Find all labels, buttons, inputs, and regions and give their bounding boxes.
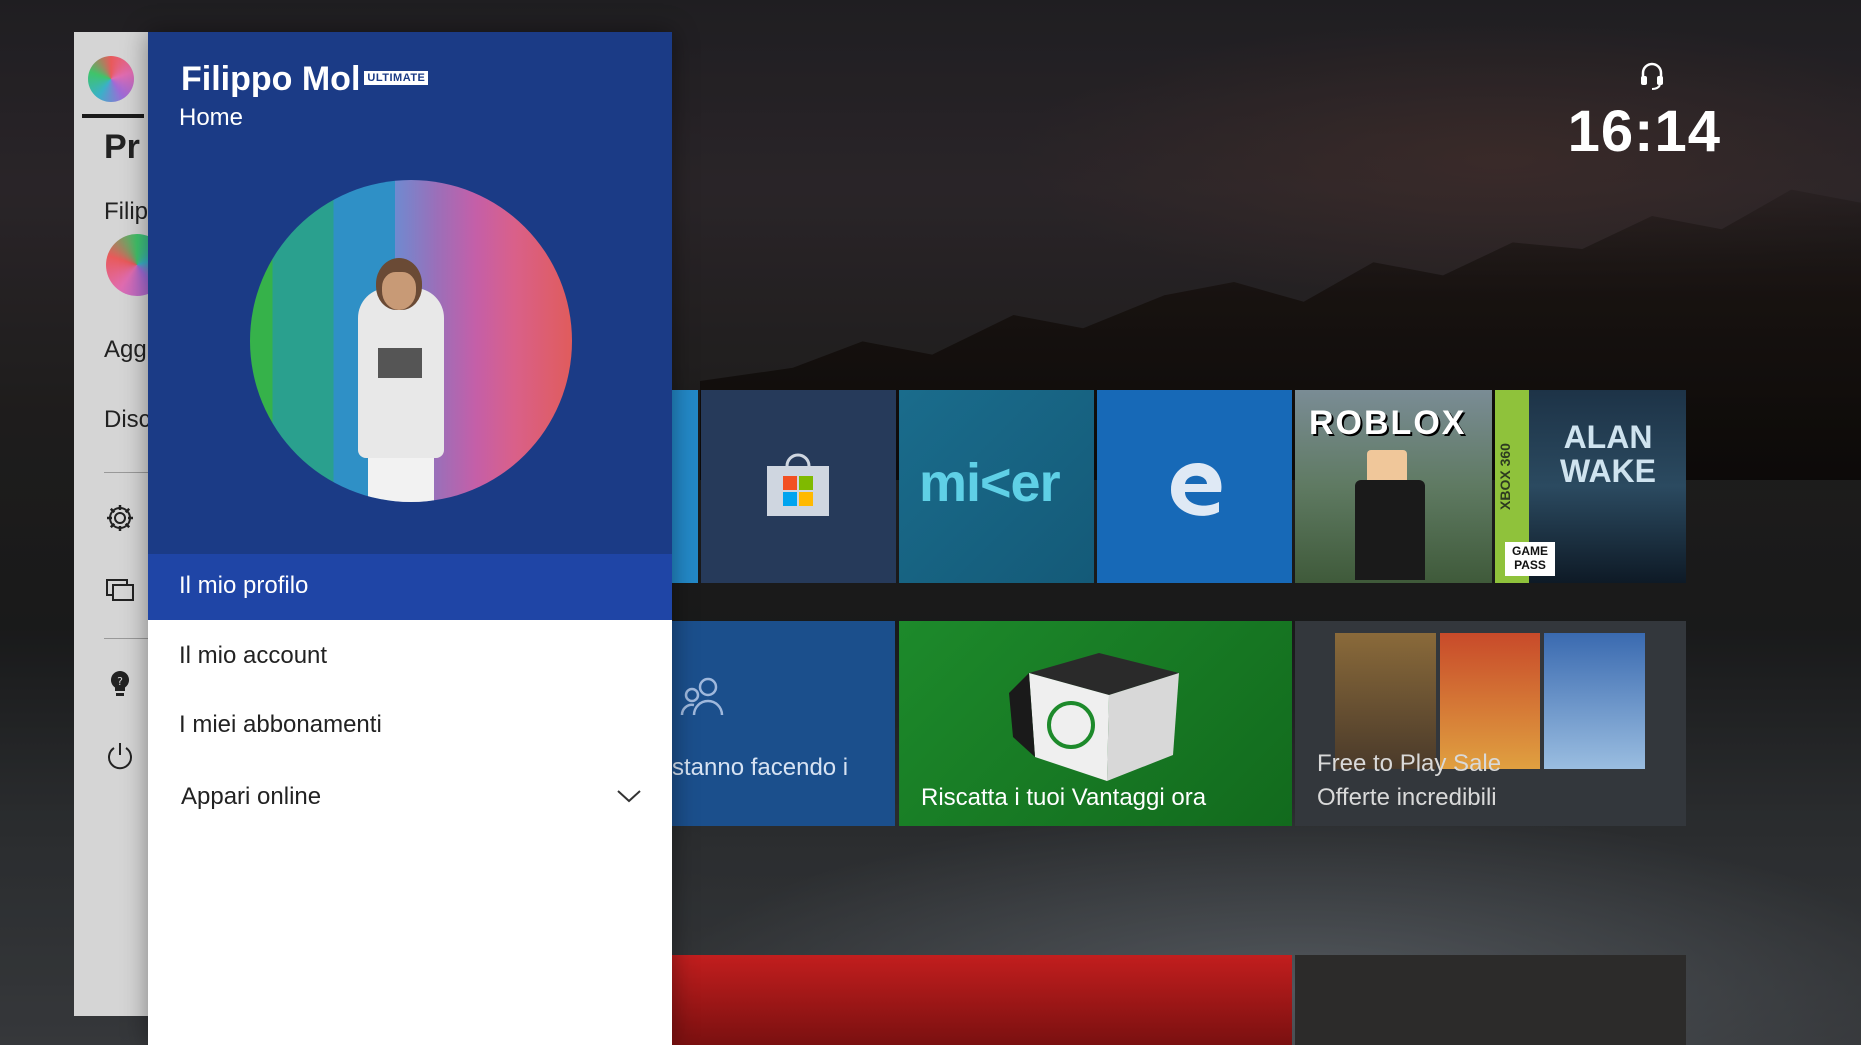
menu-item-label: I miei abbonamenti [179,711,382,738]
menu-item-label: Il mio account [179,642,328,669]
menu-item-appear-online[interactable]: Appari online [148,765,672,831]
guide-user-name: Filip [104,198,149,225]
profile-panel: Filippo Mol ULTIMATE Home Il mio profilo … [148,32,672,1045]
ultimate-badge: ULTIMATE [364,71,429,86]
profile-header: Filippo Mol ULTIMATE Home [148,32,672,555]
tile-rewards[interactable]: Riscatta i tuoi Vantaggi ora [899,621,1292,826]
tile-free-to-play-sale[interactable]: Free to Play Sale Offerte incredibili [1295,621,1686,826]
tile-microsoft-store[interactable] [701,390,896,583]
guide-tab-indicator [82,114,144,118]
clock: 16:14 [1567,99,1721,164]
tile-bottom-dark[interactable] [1295,955,1686,1045]
tile-friends-activity[interactable]: stanno facendo i [672,621,895,826]
power-icon[interactable] [104,740,136,772]
avatar-shirt-print [378,348,422,378]
guide-sidebar: Pr Filip Agg Disc ? [74,32,149,1016]
sale-tile-line1: Free to Play Sale [1317,750,1502,777]
headset-icon [1641,62,1663,90]
store-bag-icon [767,453,829,516]
roblox-logo: ROBLOX [1309,404,1467,442]
svg-text:?: ? [117,675,123,688]
roblox-character [1355,480,1425,580]
tile-alan-wake[interactable]: XBOX 360 GAME PASS ALAN WAKE [1495,390,1686,583]
profile-subtitle: Home [179,104,244,131]
avatar-person-face [382,272,416,310]
menu-item-my-subscriptions[interactable]: I miei abbonamenti [148,693,672,759]
edge-logo-icon [1171,463,1222,516]
gamertag-text: Filippo Mol [181,60,361,98]
guide-heading: Pr [104,128,140,166]
game-pass-badge: GAME PASS [1505,542,1555,576]
guide-item-add[interactable]: Agg [104,336,147,364]
avatar-person-legs [368,452,434,502]
alan-wake-title: ALAN WAKE [1560,419,1656,489]
chevron-down-icon [617,790,641,803]
tile-roblox[interactable]: ROBLOX [1295,390,1492,583]
menu-item-my-profile[interactable]: Il mio profilo [148,554,672,620]
gamertag: Filippo Mol ULTIMATE [181,60,429,99]
rewards-tile-label: Riscatta i tuoi Vantaggi ora [921,784,1207,811]
tile-bottom-red[interactable] [672,955,1292,1045]
guide-divider [104,472,149,473]
gift-box-icon [1009,653,1179,781]
sale-tile-line2: Offerte incredibili [1317,784,1497,811]
tips-icon[interactable]: ? [104,668,136,700]
profile-avatar [250,180,572,502]
screens-icon[interactable] [104,574,136,606]
guide-user-avatar[interactable] [106,234,149,296]
menu-item-label: Appari online [181,783,322,810]
cover-brawlhalla [1544,633,1646,769]
friends-icon [680,677,724,716]
menu-item-my-account[interactable]: Il mio account [148,624,672,690]
guide-item-disc[interactable]: Disc [104,406,149,434]
tile-microsoft-edge[interactable] [1097,390,1292,583]
guide-avatar[interactable] [88,56,134,102]
tile-mixer[interactable]: mi<er [899,390,1094,583]
tile-partial[interactable] [672,390,698,583]
friends-tile-label: stanno facendo i [672,754,849,781]
mixer-logo: mi<er [919,453,1061,513]
guide-divider [104,638,149,639]
menu-item-label: Il mio profilo [179,572,309,599]
gear-icon[interactable] [104,502,136,534]
xbox360-label: XBOX 360 [1497,443,1513,510]
